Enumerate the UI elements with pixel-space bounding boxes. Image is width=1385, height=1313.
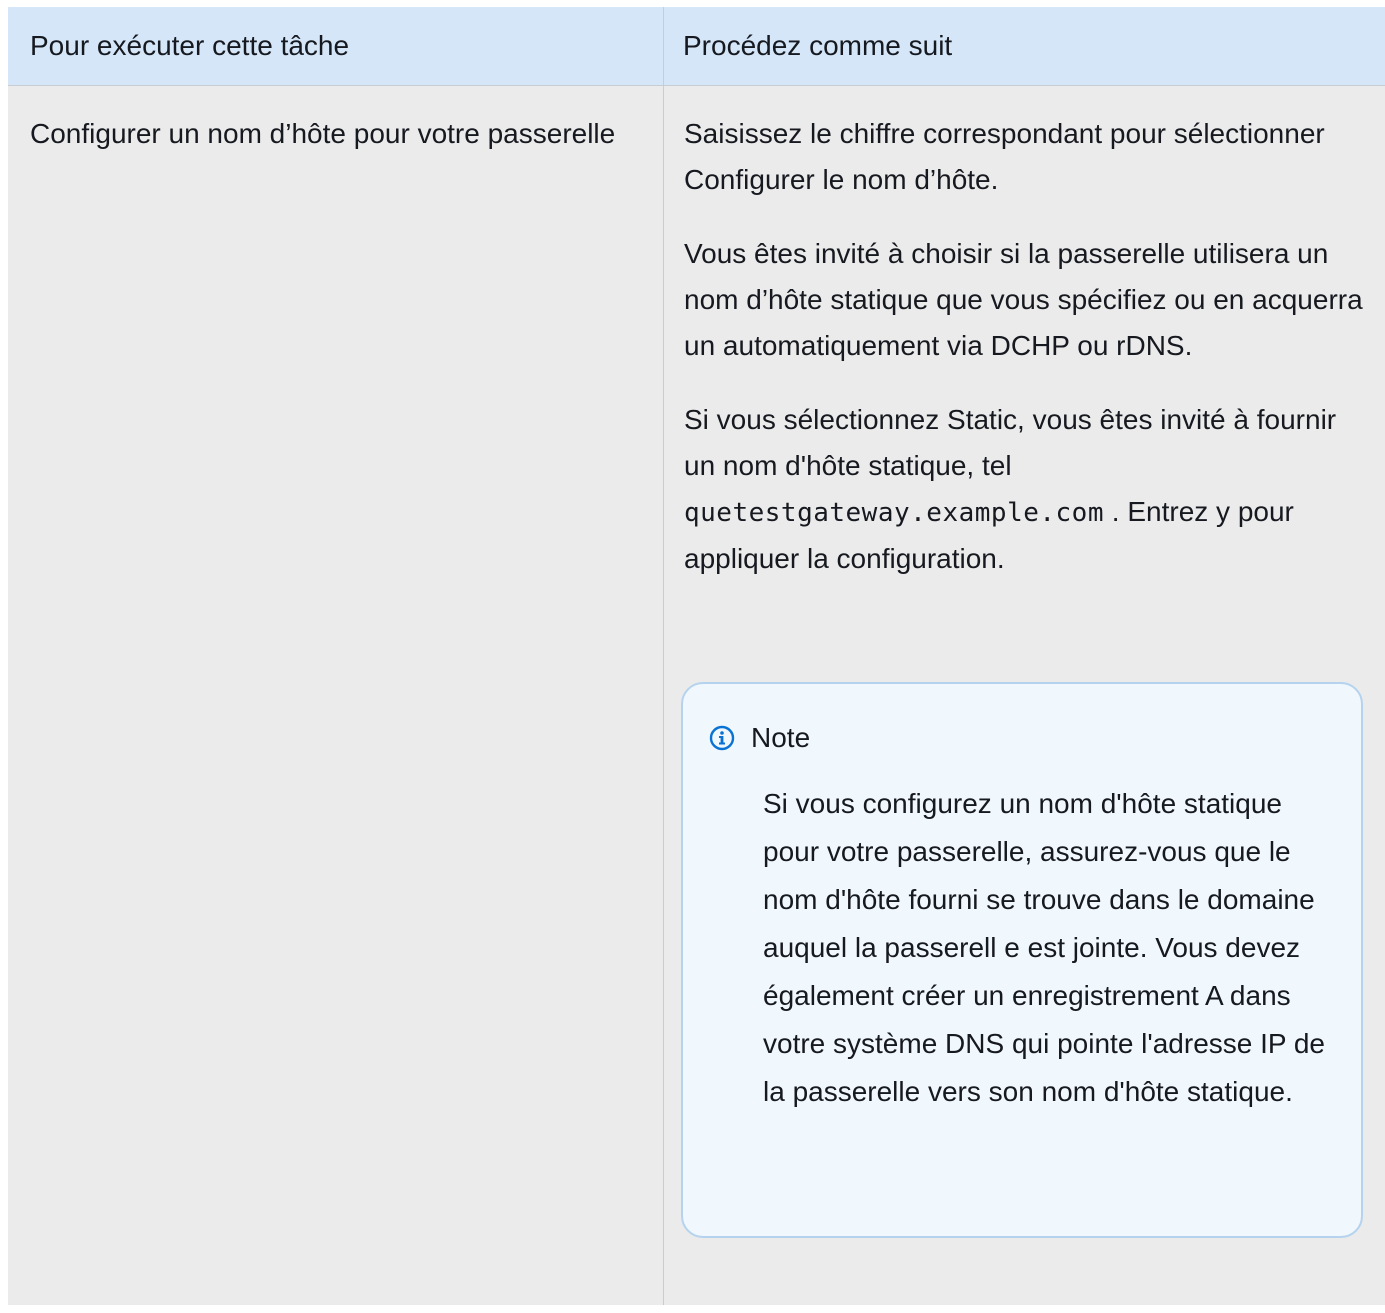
note-callout: Note Si vous configurez un nom d'hôte st… bbox=[681, 682, 1363, 1238]
hostname-code: quetestgateway.example.com bbox=[684, 498, 1104, 528]
step-paragraph-3: Si vous sélectionnez Static, vous êtes i… bbox=[684, 397, 1374, 582]
steps-cell: Saisissez le chiffre correspondant pour … bbox=[684, 111, 1374, 610]
column-header-task: Pour exécuter cette tâche bbox=[30, 30, 350, 61]
info-icon bbox=[709, 725, 735, 751]
note-header: Note bbox=[709, 720, 810, 756]
column-header-steps: Procédez comme suit bbox=[683, 30, 953, 61]
table-header-row: Pour exécuter cette tâche Procédez comme… bbox=[8, 7, 1385, 85]
step-paragraph-1: Saisissez le chiffre correspondant pour … bbox=[684, 118, 1325, 195]
step-paragraph-3-text: Si vous sélectionnez Static, vous êtes i… bbox=[684, 404, 1337, 481]
task-cell: Configurer un nom d’hôte pour votre pass… bbox=[30, 118, 616, 149]
instructions-table: Pour exécuter cette tâche Procédez comme… bbox=[8, 7, 1385, 1305]
note-body: Si vous configurez un nom d'hôte statiqu… bbox=[763, 788, 1325, 1107]
step-paragraph-2: Vous êtes invité à choisir si la passere… bbox=[684, 238, 1363, 361]
header-divider bbox=[8, 85, 1385, 86]
column-divider bbox=[663, 7, 664, 1305]
note-title: Note bbox=[751, 722, 811, 753]
